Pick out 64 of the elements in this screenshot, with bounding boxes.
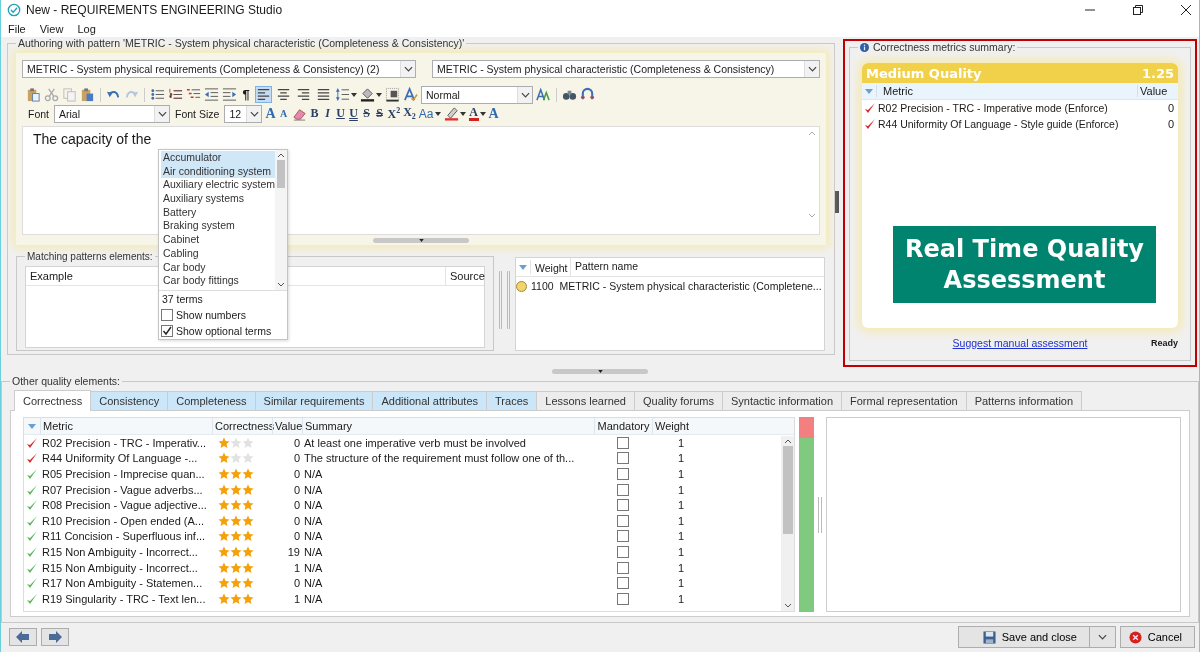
table-cell-text: 1 <box>676 592 685 605</box>
table-cell-text: The structure of the requirement must follow one of th... <box>303 452 576 465</box>
table-cell-text: R07 Precision - Vague adverbs... <box>41 483 204 496</box>
table-cell-text: N/A <box>303 577 324 590</box>
table-cell-text: 1 <box>676 514 685 527</box>
group-label: Correctness metrics summary: <box>873 41 1016 53</box>
table-cell-text: 0 <box>292 499 301 512</box>
banner: Real Time Quality Assessment <box>893 226 1156 303</box>
quality-rating: Medium Quality <box>866 65 982 81</box>
table-cell-text: R44 Uniformity Of Language - Style guide (Enforce) <box>878 118 1120 130</box>
table-cell-text: R05 Precision - Imprecise quan... <box>41 468 206 480</box>
table-cell-text: N/A <box>303 499 324 512</box>
table-cell-text: 1 <box>676 468 685 480</box>
table-cell-text: 0 <box>1166 102 1175 114</box>
table-cell-text: R44 Uniformity Of Language -... <box>41 452 199 465</box>
table-cell-text: 19 <box>286 545 301 558</box>
window-title: New - REQUIREMENTS ENGINEERING Studio <box>26 3 283 17</box>
table-cell-text: N/A <box>303 514 324 527</box>
table-cell-text: N/A <box>303 592 324 605</box>
table-cell-text: 1 <box>676 452 685 465</box>
table-cell-text: 0 <box>292 436 301 449</box>
table-cell-text: 0 <box>292 530 301 543</box>
table-cell-text: 0 <box>1166 118 1175 130</box>
quality-score: 1.25 <box>1141 65 1174 81</box>
table-cell-text: METRIC - System physical characteristic (Completene... <box>558 280 823 292</box>
table-cell-text: R10 Precision - Open ended (A... <box>41 514 206 527</box>
status-text: Ready <box>1151 338 1178 348</box>
table-cell-text: 1 <box>676 577 685 590</box>
table-cell-text: 1 <box>676 499 685 512</box>
table-cell-text: 1 <box>292 561 301 574</box>
table-cell-text: 0 <box>292 468 301 480</box>
table-cell-text: N/A <box>303 468 324 480</box>
font-label: Font <box>28 107 49 120</box>
table-cell-text: 1 <box>676 436 685 449</box>
font-size-label: Font Size <box>175 107 220 120</box>
table-cell-text: R08 Precision - Vague adjective... <box>41 499 208 512</box>
table-cell-text: N/A <box>303 530 324 543</box>
checkbox-label: Show numbers <box>176 309 247 321</box>
table-cell-text: 1 <box>676 530 685 543</box>
group-label: Matching patterns elements: <box>27 251 153 262</box>
table-cell-text: N/A <box>303 561 324 574</box>
term-count: 37 terms <box>161 292 204 307</box>
table-cell-text: 1 <box>292 592 301 605</box>
table-cell-text: 0 <box>292 483 301 496</box>
table-cell-text: 1 <box>676 545 685 558</box>
table-cell-text: 1 <box>676 561 685 574</box>
checkbox-label: Show optional terms <box>176 325 272 337</box>
table-cell-text: R17 Non Ambiguity - Statemen... <box>41 577 204 590</box>
table-cell-text: R19 Singularity - TRC - Text len... <box>41 592 207 605</box>
group-label: Authoring with pattern 'METRIC - System physical characteristic (Completeness & Consistency)' <box>18 37 465 49</box>
table-cell-text: N/A <box>303 483 324 496</box>
table-cell-text: R15 Non Ambiguity - Incorrect... <box>41 561 199 574</box>
table-cell-text: 0 <box>292 514 301 527</box>
table-cell-text: R15 Non Ambiguity - Incorrect... <box>41 545 199 558</box>
group-label: Other quality elements: <box>12 375 120 387</box>
table-cell-text: At least one imperative verb must be involved <box>303 436 527 449</box>
table-cell-text: 1 <box>676 483 685 496</box>
table-cell-text: R02 Precision - TRC - Imperativ... <box>41 436 208 449</box>
table-cell-text: 0 <box>292 452 301 465</box>
table-cell-text: 1100 <box>530 280 555 292</box>
table-cell-text: R02 Precision - TRC - Imperative mode (Enforce) <box>878 102 1109 114</box>
table-cell-text: R11 Concision - Superfluous inf... <box>41 530 207 543</box>
table-cell-text: N/A <box>303 545 324 558</box>
table-cell-text: 0 <box>292 577 301 590</box>
